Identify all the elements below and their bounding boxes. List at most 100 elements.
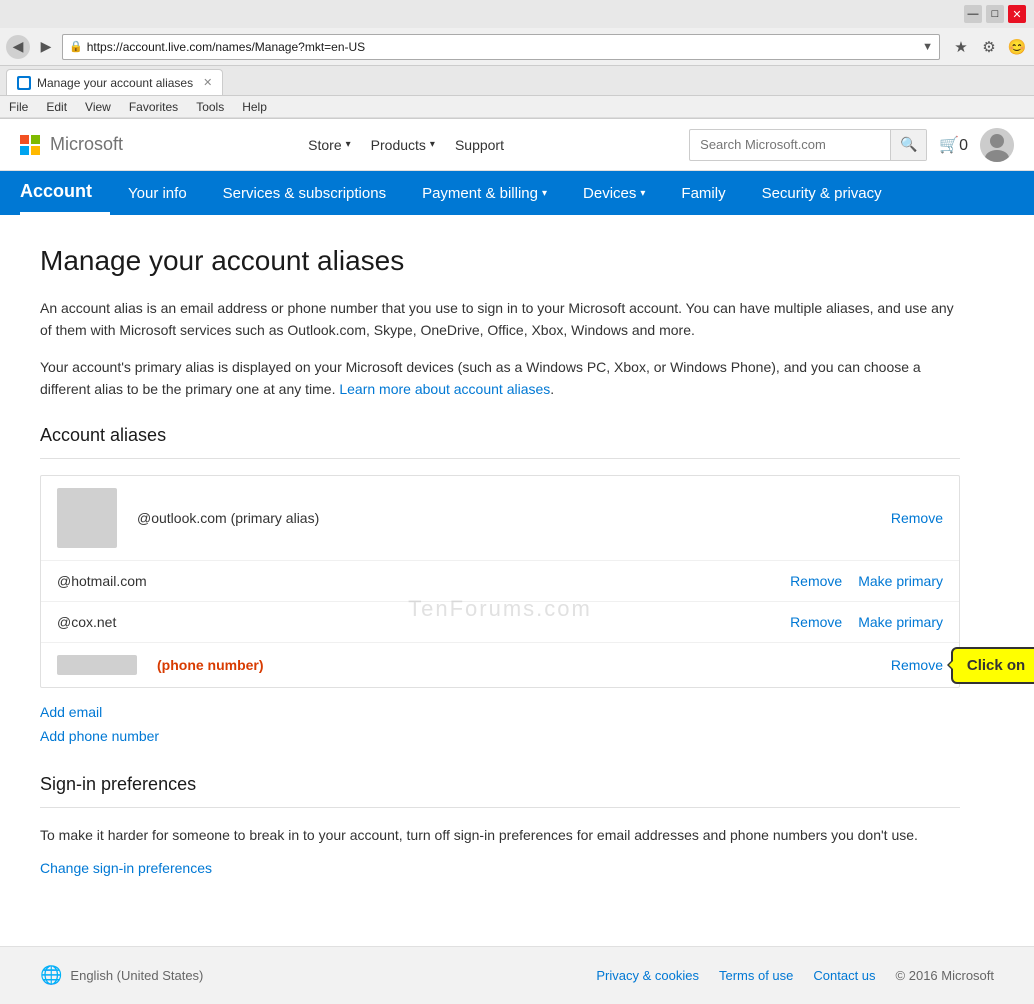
maximize-button[interactable]: □ [986, 5, 1004, 23]
menu-edit[interactable]: Edit [43, 99, 70, 115]
account-nav-services[interactable]: Services & subscriptions [205, 171, 404, 215]
menu-favorites[interactable]: Favorites [126, 99, 181, 115]
alias-info-phone: (phone number) [157, 657, 871, 673]
products-dropdown-icon: ▾ [430, 139, 435, 150]
footer-copyright: © 2016 Microsoft [896, 968, 994, 983]
store-dropdown-icon: ▾ [346, 139, 351, 150]
forward-button[interactable]: ▶ [34, 35, 58, 59]
aliases-section-title: Account aliases [40, 425, 960, 446]
globe-icon: 🌐 [40, 965, 62, 986]
ms-logo-icon [20, 135, 40, 155]
user-smiley-icon[interactable]: 😊 [1006, 36, 1028, 58]
account-nav-security[interactable]: Security & privacy [744, 171, 900, 215]
toolbar-icons: ★ ⚙ 😊 [950, 36, 1028, 58]
page-title: Manage your account aliases [40, 245, 960, 277]
alias-email-outlook: @outlook.com (primary alias) [137, 510, 319, 526]
alias-phone-display: (phone number) [157, 657, 264, 673]
alias-actions-cox: Remove Make primary [790, 614, 943, 630]
description-2: Your account's primary alias is displaye… [40, 356, 960, 401]
make-primary-hotmail-link[interactable]: Make primary [858, 573, 943, 589]
tab-bar: Manage your account aliases ✕ [0, 66, 1034, 96]
add-email-link[interactable]: Add email [40, 704, 960, 720]
ms-nav-support[interactable]: Support [455, 137, 504, 153]
search-dropdown-icon[interactable]: ▼ [922, 41, 933, 53]
user-avatar[interactable] [980, 128, 1014, 162]
alias-row-cox: @cox.net Remove Make primary [41, 602, 959, 643]
footer-right: Privacy & cookies Terms of use Contact u… [596, 968, 994, 983]
account-nav-devices[interactable]: Devices ▾ [565, 171, 663, 215]
alias-actions-phone: Remove Click on [891, 657, 943, 673]
tab-close-button[interactable]: ✕ [203, 76, 212, 89]
remove-phone-link[interactable]: Remove [891, 657, 943, 673]
menu-help[interactable]: Help [239, 99, 270, 115]
titlebar: — □ ✕ [0, 0, 1034, 28]
add-links: Add email Add phone number [40, 704, 960, 744]
alias-row-outlook: @outlook.com (primary alias) Remove [41, 476, 959, 561]
footer: 🌐 English (United States) Privacy & cook… [0, 946, 1034, 1004]
cart-icon[interactable]: 🛒0 [939, 135, 968, 155]
account-nav: Account Your info Services & subscriptio… [0, 171, 1034, 215]
ms-top-nav: Store ▾ Products ▾ Support [308, 137, 504, 153]
url-text: https://account.live.com/names/Manage?mk… [87, 40, 922, 54]
ms-header: Microsoft Store ▾ Products ▾ Support 🔍 🛒… [0, 119, 1034, 171]
aliases-area: TenForums.com @outlook.com (primary alia… [40, 475, 960, 744]
alias-avatar-outlook [57, 488, 117, 548]
alias-row-hotmail: @hotmail.com Remove Make primary [41, 561, 959, 602]
signin-section-divider [40, 807, 960, 808]
phone-number-blurred [57, 655, 137, 675]
remove-outlook-link[interactable]: Remove [891, 510, 943, 526]
minimize-button[interactable]: — [964, 5, 982, 23]
payment-dropdown-icon: ▾ [542, 188, 547, 199]
signin-section: Sign-in preferences To make it harder fo… [40, 774, 960, 876]
main-content: Manage your account aliases An account a… [0, 215, 1000, 906]
active-tab[interactable]: Manage your account aliases ✕ [6, 69, 223, 95]
change-signin-link[interactable]: Change sign-in preferences [40, 860, 212, 876]
account-nav-brand[interactable]: Account [20, 171, 110, 215]
menu-tools[interactable]: Tools [193, 99, 227, 115]
alias-email-cox: @cox.net [57, 614, 116, 630]
account-nav-family[interactable]: Family [663, 171, 743, 215]
ms-search[interactable]: 🔍 [689, 129, 927, 161]
signin-section-title: Sign-in preferences [40, 774, 960, 795]
alias-actions-outlook: Remove [891, 510, 943, 526]
alias-info-hotmail: @hotmail.com [57, 573, 770, 589]
make-primary-cox-link[interactable]: Make primary [858, 614, 943, 630]
browser-toolbar: ◀ ▶ 🔒 https://account.live.com/names/Man… [0, 28, 1034, 66]
ms-search-input[interactable] [690, 137, 890, 152]
aliases-container: @outlook.com (primary alias) Remove @hot… [40, 475, 960, 688]
alias-info-outlook: @outlook.com (primary alias) [137, 510, 871, 526]
footer-left: 🌐 English (United States) [40, 965, 203, 986]
lock-icon: 🔒 [69, 40, 83, 53]
tooltip-wrapper: Remove Click on [891, 657, 943, 673]
click-tooltip: Click on [951, 647, 1034, 684]
footer-privacy-link[interactable]: Privacy & cookies [596, 968, 699, 983]
ms-header-right: 🔍 🛒0 [689, 128, 1014, 162]
tab-title: Manage your account aliases [37, 76, 193, 90]
address-bar[interactable]: 🔒 https://account.live.com/names/Manage?… [62, 34, 940, 60]
footer-contact-link[interactable]: Contact us [813, 968, 875, 983]
add-phone-link[interactable]: Add phone number [40, 728, 960, 744]
remove-cox-link[interactable]: Remove [790, 614, 842, 630]
close-button[interactable]: ✕ [1008, 5, 1026, 23]
settings-icon[interactable]: ⚙ [978, 36, 1000, 58]
remove-hotmail-link[interactable]: Remove [790, 573, 842, 589]
account-nav-payment[interactable]: Payment & billing ▾ [404, 171, 565, 215]
ms-search-button[interactable]: 🔍 [890, 130, 926, 160]
footer-terms-link[interactable]: Terms of use [719, 968, 793, 983]
ms-nav-products[interactable]: Products ▾ [371, 137, 435, 153]
menu-file[interactable]: File [6, 99, 31, 115]
alias-row-phone: (phone number) Remove Click on [41, 643, 959, 687]
ms-logo-text: Microsoft [50, 134, 123, 155]
account-nav-your-info[interactable]: Your info [110, 171, 205, 215]
alias-email-hotmail: @hotmail.com [57, 573, 147, 589]
ms-logo[interactable]: Microsoft [20, 134, 123, 155]
learn-more-link[interactable]: Learn more about account aliases [339, 381, 550, 397]
back-button[interactable]: ◀ [6, 35, 30, 59]
ms-nav-store[interactable]: Store ▾ [308, 137, 351, 153]
menu-bar: File Edit View Favorites Tools Help [0, 96, 1034, 118]
footer-language: English (United States) [70, 968, 203, 983]
favorites-icon[interactable]: ★ [950, 36, 972, 58]
signin-description: To make it harder for someone to break i… [40, 824, 960, 846]
menu-view[interactable]: View [82, 99, 114, 115]
alias-actions-hotmail: Remove Make primary [790, 573, 943, 589]
